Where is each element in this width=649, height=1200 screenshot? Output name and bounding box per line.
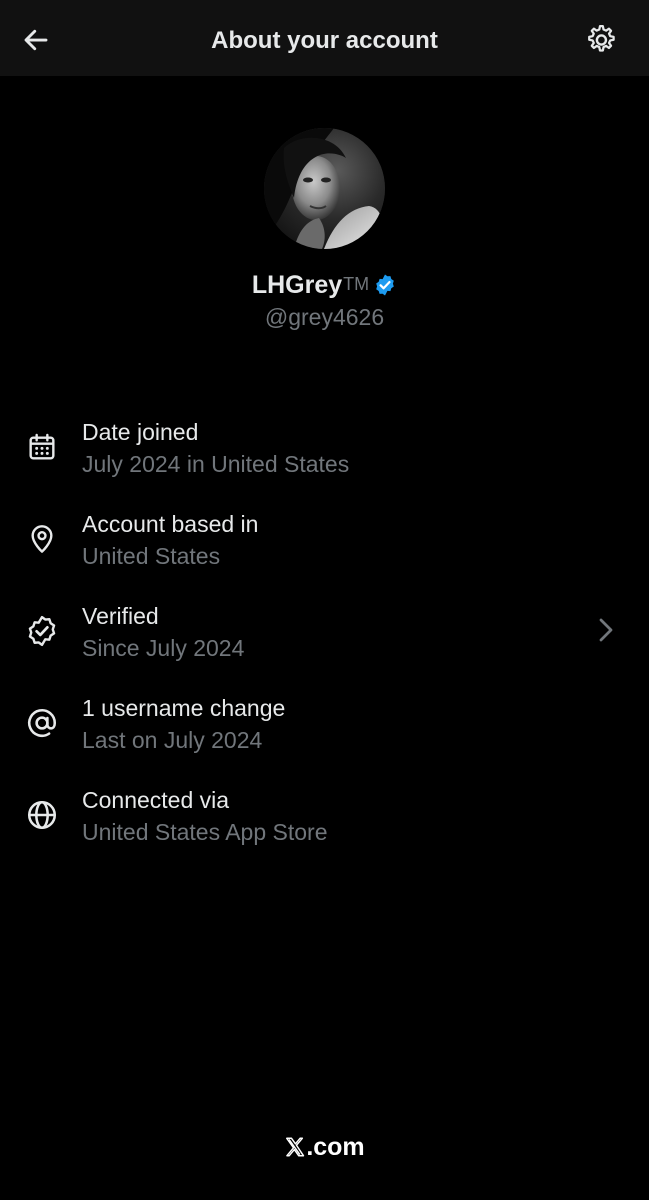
arrow-left-icon xyxy=(24,29,48,51)
globe-icon xyxy=(27,800,57,830)
account-details-list: Date joined July 2024 in United States A… xyxy=(0,412,649,872)
date-joined-row: Date joined July 2024 in United States xyxy=(0,412,649,504)
display-name-row: LHGreyTM xyxy=(0,266,649,303)
detail-value: July 2024 in United States xyxy=(82,451,350,477)
connected-via-row: Connected via United States App Store xyxy=(0,780,649,872)
detail-value: United States xyxy=(82,543,221,569)
calendar-icon xyxy=(29,433,55,460)
verified-badge-icon xyxy=(376,274,394,296)
username-change-row: 1 username change Last on July 2024 xyxy=(0,688,649,780)
username-handle: @grey4626 xyxy=(264,304,385,330)
detail-value: Since July 2024 xyxy=(82,635,245,661)
at-sign-icon xyxy=(28,709,57,737)
display-name: LHGrey xyxy=(251,271,343,299)
detail-value: Last on July 2024 xyxy=(82,727,263,753)
gear-icon xyxy=(588,24,615,52)
account-based-in-row: Account based in United States xyxy=(0,504,649,596)
avatar xyxy=(264,128,385,249)
verified-row[interactable]: Verified Since July 2024 xyxy=(0,596,649,688)
chevron-right-icon xyxy=(599,618,613,642)
detail-title: Verified xyxy=(82,603,159,629)
detail-title: Date joined xyxy=(82,419,199,445)
back-button[interactable] xyxy=(14,18,58,62)
x-com-brand: .com xyxy=(0,1128,649,1166)
detail-title: Connected via xyxy=(82,787,230,813)
brand-domain: .com xyxy=(306,1133,365,1161)
detail-value: United States App Store xyxy=(82,819,328,845)
detail-title: Account based in xyxy=(82,511,259,537)
location-pin-icon xyxy=(31,525,53,553)
profile-photo xyxy=(264,128,385,249)
detail-title: 1 username change xyxy=(82,695,286,721)
top-app-bar xyxy=(0,0,649,76)
settings-button[interactable] xyxy=(578,18,622,62)
verified-badge-icon xyxy=(28,615,56,647)
x-logo-icon xyxy=(286,1137,305,1157)
trademark-symbol: TM xyxy=(343,274,370,294)
